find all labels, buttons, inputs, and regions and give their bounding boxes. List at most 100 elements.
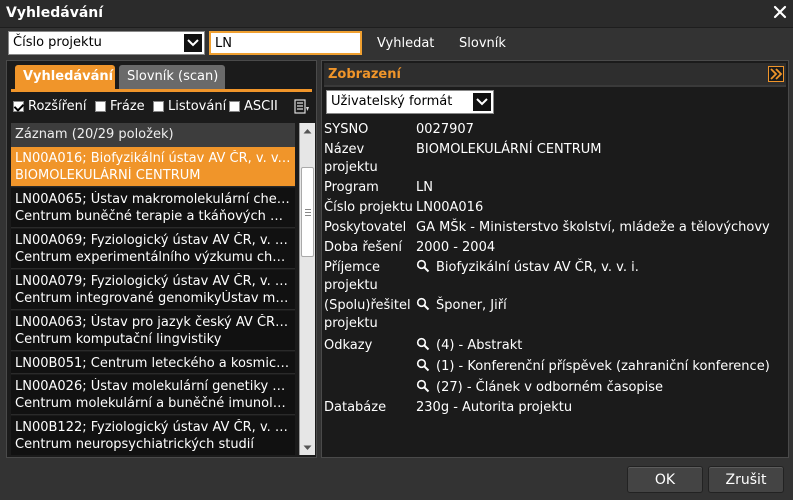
field-value-wrap: Šponer, Jiří <box>416 297 507 315</box>
dictionary-button[interactable]: Slovník <box>459 36 506 51</box>
format-select-value: Uživatelský formát <box>331 94 453 109</box>
field-value: GA MŠk - Ministerstvo školství, mládeže … <box>416 220 770 235</box>
checkbox-browsing[interactable] <box>153 101 164 112</box>
tab-dictionary-scan[interactable]: Slovník (scan) <box>119 65 225 89</box>
field-label: Odkazy <box>324 338 373 353</box>
cancel-button[interactable]: Zrušit <box>708 466 784 493</box>
option-ascii-label: ASCII <box>244 99 278 114</box>
search-input[interactable] <box>209 31 362 55</box>
search-panel: Vyhledávání Slovník (scan) Rozšíření Frá… <box>6 60 317 458</box>
list-item-subtitle: Centrum integrované genomikyÚstav moleku… <box>15 291 291 306</box>
field-value-wrap: (27) - Článek v odborném časopise <box>416 379 663 397</box>
list-item-subtitle: Centrum komputační lingvistiky <box>15 332 222 347</box>
magnifier-icon[interactable] <box>416 379 430 393</box>
field-label: Databáze <box>324 400 387 415</box>
field-value: LN <box>416 180 433 195</box>
search-toolbar: Číslo projektu Vyhledat Slovník <box>0 28 793 60</box>
field-value: 2000 - 2004 <box>416 240 496 255</box>
field-label: projektu <box>324 278 378 293</box>
list-item[interactable]: LN00A079; Fyziologický ústav AV ČR, v. v… <box>11 270 295 310</box>
result-list: LN00A016; Biofyzikální ústav AV ČR, v. v… <box>11 147 295 455</box>
list-item[interactable]: LN00A026; Ústav molekulární genetiky AV … <box>11 375 295 415</box>
list-item-title: LN00A069; Fyziologický ústav AV ČR, v. v… <box>15 233 291 248</box>
magnifier-icon[interactable] <box>416 337 430 351</box>
field-value: BIOMOLEKULÁRNÍ CENTRUM <box>416 142 602 157</box>
list-item-title: LN00B122; Fyziologický ústav AV ČR, v. v… <box>15 420 291 435</box>
list-item[interactable]: LN00B051; Centrum leteckého a kosmického… <box>11 352 295 374</box>
link-abstract[interactable]: (4) - Abstrakt <box>436 338 522 353</box>
option-phrase-label: Fráze <box>110 99 145 114</box>
magnifier-icon[interactable] <box>416 297 430 311</box>
checkbox-phrase[interactable] <box>95 101 106 112</box>
field-label: Příjemce <box>324 260 380 275</box>
list-header: Záznam (20/29 položek) <box>11 123 295 147</box>
field-label: Program <box>324 180 379 195</box>
list-item-subtitle: Centrum molekulární a buněčné imunologie <box>15 396 291 411</box>
chevron-down-icon[interactable] <box>183 33 203 53</box>
field-select[interactable]: Číslo projektu <box>8 31 205 55</box>
field-label: Poskytovatel <box>324 220 407 235</box>
option-ascii[interactable]: ASCII <box>229 99 278 114</box>
search-button[interactable]: Vyhledat <box>377 36 434 51</box>
list-item[interactable]: LN00B122; Fyziologický ústav AV ČR, v. v… <box>11 416 295 455</box>
field-select-value: Číslo projektu <box>13 35 102 50</box>
detail-header-label: Zobrazení <box>328 67 401 82</box>
field-value: LN00A016 <box>416 200 484 215</box>
list-item-title: LN00A016; Biofyzikální ústav AV ČR, v. v… <box>15 151 291 166</box>
window-title: Vyhledávání <box>6 5 104 21</box>
list-item-title: LN00A026; Ústav molekulární genetiky AV … <box>15 379 291 394</box>
field-label: SYSNO <box>324 122 369 137</box>
search-options: Rozšíření Fráze Listování ASCII <box>11 97 311 119</box>
magnifier-icon[interactable] <box>416 358 430 372</box>
field-value: 0027907 <box>416 122 474 137</box>
list-item[interactable]: LN00A063; Ústav pro jazyk český AV ČR, v… <box>11 311 295 351</box>
scroll-thumb[interactable] <box>301 167 314 257</box>
field-label: (Spolu)řešitel <box>324 298 411 313</box>
option-extension[interactable]: Rozšíření <box>13 99 87 114</box>
list-item-title: LN00A063; Ústav pro jazyk český AV ČR, v… <box>15 315 291 330</box>
ok-button[interactable]: OK <box>627 466 703 493</box>
list-item-subtitle: Centrum neuropsychiatrických studií <box>15 437 255 452</box>
option-phrase[interactable]: Fráze <box>95 99 145 114</box>
list-item-title: LN00B051; Centrum leteckého a kosmického… <box>15 356 291 371</box>
recipient-link[interactable]: Biofyzikální ústav AV ČR, v. v. i. <box>436 260 639 275</box>
list-item-subtitle: Centrum experimentálního výzkumu chorob <box>15 250 291 265</box>
list-item[interactable]: LN00A065; Ústav makromolekulární chemie … <box>11 188 295 228</box>
tab-search[interactable]: Vyhledávání <box>15 65 115 89</box>
field-label: projektu <box>324 316 378 331</box>
field-label: Číslo projektu <box>324 200 413 215</box>
title-bar: Vyhledávání <box>0 0 793 28</box>
scroll-down-icon[interactable] <box>300 440 315 455</box>
list-item-subtitle: BIOMOLEKULÁRNÍ CENTRUM <box>15 168 201 183</box>
expand-icon[interactable] <box>768 66 784 82</box>
field-value-wrap: (4) - Abstrakt <box>416 337 522 355</box>
investigator-link[interactable]: Šponer, Jiří <box>436 298 507 313</box>
field-label: Název <box>324 142 365 157</box>
detail-panel: Zobrazení Uživatelský formát SYSNO 00279… <box>321 60 789 458</box>
list-item[interactable]: LN00A016; Biofyzikální ústav AV ČR, v. v… <box>11 147 295 187</box>
link-conference[interactable]: (1) - Konferenční příspěvek (zahraniční … <box>436 359 770 374</box>
field-value-wrap: Biofyzikální ústav AV ČR, v. v. i. <box>416 259 639 277</box>
list-icon[interactable] <box>294 99 310 115</box>
magnifier-icon[interactable] <box>416 259 430 273</box>
field-value-wrap: (1) - Konferenční příspěvek (zahraniční … <box>416 358 770 376</box>
option-extension-label: Rozšíření <box>28 99 87 114</box>
option-browsing[interactable]: Listování <box>153 99 226 114</box>
chevron-down-icon[interactable] <box>472 92 492 112</box>
format-select[interactable]: Uživatelský formát <box>326 90 494 114</box>
scroll-up-icon[interactable] <box>300 123 315 138</box>
list-item[interactable]: LN00A069; Fyziologický ústav AV ČR, v. v… <box>11 229 295 269</box>
field-label: projektu <box>324 160 378 175</box>
checkbox-ascii[interactable] <box>229 101 240 112</box>
close-icon[interactable] <box>771 3 789 21</box>
detail-header: Zobrazení <box>324 63 786 87</box>
field-value: 230g - Autorita projektu <box>416 400 573 415</box>
list-item-title: LN00A079; Fyziologický ústav AV ČR, v. v… <box>15 274 291 289</box>
list-item-title: LN00A065; Ústav makromolekulární chemie … <box>15 192 291 207</box>
list-scrollbar[interactable] <box>299 123 315 455</box>
list-item-subtitle: Centrum buněčné terapie a tkáňových náhr… <box>15 209 291 224</box>
option-browsing-label: Listování <box>168 99 227 114</box>
tab-underline <box>11 89 312 92</box>
checkbox-extension[interactable] <box>13 101 24 112</box>
link-article[interactable]: (27) - Článek v odborném časopise <box>436 380 663 395</box>
